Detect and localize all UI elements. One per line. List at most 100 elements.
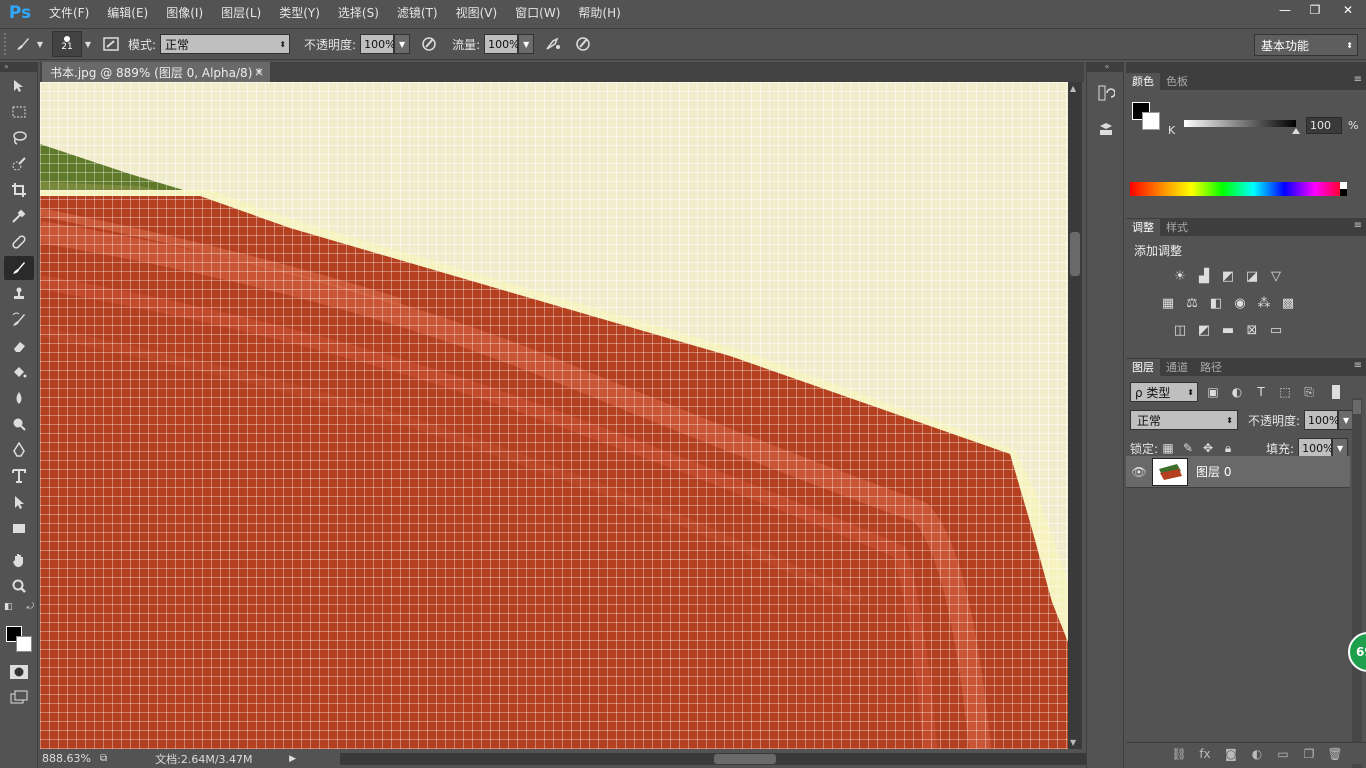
mode-dropdown[interactable]: 正常 ⬍ xyxy=(160,34,291,54)
tab-layers[interactable]: 图层 xyxy=(1126,359,1160,376)
horizontal-scrollbar[interactable] xyxy=(340,753,1100,765)
layer-opacity-input[interactable]: 100% xyxy=(1304,410,1340,430)
gradient-map-icon[interactable]: ▭ xyxy=(1266,320,1286,340)
default-colors-icon[interactable]: ◧ xyxy=(4,602,13,612)
tab-color[interactable]: 颜色 xyxy=(1126,73,1160,90)
lasso-tool-icon[interactable] xyxy=(4,126,34,150)
blur-tool-icon[interactable] xyxy=(4,386,34,410)
color-swatches[interactable] xyxy=(4,620,36,656)
menu-select[interactable]: 选择(S) xyxy=(329,0,388,26)
zoom-level[interactable]: 888.63% xyxy=(40,752,100,765)
brightness-contrast-icon[interactable]: ☀ xyxy=(1170,266,1190,286)
dodge-tool-icon[interactable] xyxy=(4,412,34,436)
paint-bucket-tool-icon[interactable] xyxy=(4,360,34,384)
quick-selection-tool-icon[interactable] xyxy=(4,152,34,176)
pressure-opacity-icon[interactable] xyxy=(418,33,440,55)
zoom-link-icon[interactable]: ⧉ xyxy=(100,753,107,764)
new-layer-icon[interactable]: ❐ xyxy=(1300,745,1318,763)
menu-window[interactable]: 窗口(W) xyxy=(506,0,569,26)
link-layers-icon[interactable]: ⛓ xyxy=(1170,745,1188,763)
delete-layer-icon[interactable]: 🗑︎ xyxy=(1326,745,1344,763)
add-mask-icon[interactable]: ◙ xyxy=(1222,745,1240,763)
invert-icon[interactable]: ◫ xyxy=(1170,320,1190,340)
menu-layer[interactable]: 图层(L) xyxy=(212,0,270,26)
pen-tool-icon[interactable] xyxy=(4,438,34,462)
color-balance-icon[interactable]: ⚖ xyxy=(1182,293,1202,313)
type-tool-icon[interactable] xyxy=(4,464,34,488)
clone-stamp-tool-icon[interactable] xyxy=(4,282,34,306)
eye-icon[interactable]: 👁︎ xyxy=(1126,465,1152,479)
flow-input[interactable]: 100% xyxy=(484,34,520,54)
levels-icon[interactable]: ▟ xyxy=(1194,266,1214,286)
black-white-icon[interactable]: ◧ xyxy=(1206,293,1226,313)
move-tool-icon[interactable] xyxy=(4,74,34,98)
panel-menu-icon[interactable]: ≡ xyxy=(1354,220,1362,231)
menu-file[interactable]: 文件(F) xyxy=(40,0,98,26)
toolbox-collapse-icon[interactable]: » xyxy=(0,62,37,72)
history-brush-tool-icon[interactable] xyxy=(4,308,34,332)
layer-style-icon[interactable]: fx xyxy=(1196,745,1214,763)
swap-colors-icon[interactable]: ⤾ xyxy=(27,602,35,612)
airbrush-icon[interactable] xyxy=(542,33,564,55)
path-selection-tool-icon[interactable] xyxy=(4,490,34,514)
flow-dropdown-icon[interactable]: ▼ xyxy=(518,34,535,54)
filter-shape-icon[interactable]: ⬚ xyxy=(1276,383,1294,401)
restore-button[interactable]: ❐ xyxy=(1300,0,1330,20)
close-icon[interactable]: × xyxy=(254,65,264,79)
k-value-input[interactable]: 100 xyxy=(1306,117,1342,134)
default-swap-colors-icon[interactable]: ◧ ⤾ xyxy=(4,600,34,614)
layers-scrollbar[interactable] xyxy=(1352,398,1362,768)
quick-mask-icon[interactable] xyxy=(4,660,34,684)
exposure-icon[interactable]: ◪ xyxy=(1242,266,1262,286)
vertical-scroll-thumb[interactable] xyxy=(1070,232,1080,276)
menu-edit[interactable]: 编辑(E) xyxy=(98,0,157,26)
threshold-icon[interactable]: ▬ xyxy=(1218,320,1238,340)
k-slider[interactable] xyxy=(1184,120,1296,127)
layer-filter-dropdown[interactable]: ρ 类型 ⬍ xyxy=(1130,382,1198,402)
channel-mixer-icon[interactable]: ⁂ xyxy=(1254,293,1274,313)
selective-color-icon[interactable]: ⊠ xyxy=(1242,320,1262,340)
eraser-tool-icon[interactable] xyxy=(4,334,34,358)
vertical-scrollbar[interactable]: ▲ ▼ xyxy=(1068,82,1082,749)
filter-adjustment-icon[interactable]: ◐ xyxy=(1228,383,1246,401)
hand-tool-icon[interactable] xyxy=(4,548,34,572)
dock-collapse-icon[interactable]: « xyxy=(1087,62,1123,72)
filter-pixel-icon[interactable]: ▣ xyxy=(1204,383,1222,401)
opacity-input[interactable]: 100% xyxy=(360,34,396,54)
menu-help[interactable]: 帮助(H) xyxy=(569,0,629,26)
menu-filter[interactable]: 滤镜(T) xyxy=(388,0,447,26)
status-menu-arrow-icon[interactable]: ▶ xyxy=(289,754,296,764)
brush-tool-icon[interactable] xyxy=(4,256,34,280)
healing-brush-tool-icon[interactable] xyxy=(4,230,34,254)
fill-input[interactable]: 100% xyxy=(1298,438,1334,458)
background-color[interactable] xyxy=(16,636,32,652)
color-lookup-icon[interactable]: ▩ xyxy=(1278,293,1298,313)
rectangle-tool-icon[interactable] xyxy=(4,516,34,540)
new-group-icon[interactable]: ▭ xyxy=(1274,745,1292,763)
fill-dropdown-icon[interactable]: ▼ xyxy=(1332,438,1349,458)
vibrance-icon[interactable]: ▽ xyxy=(1266,266,1286,286)
layer-thumbnail[interactable] xyxy=(1152,457,1188,486)
tab-paths[interactable]: 路径 xyxy=(1194,359,1228,376)
menu-view[interactable]: 视图(V) xyxy=(447,0,507,26)
brush-panel-toggle-icon[interactable] xyxy=(100,33,122,55)
tab-channels[interactable]: 通道 xyxy=(1160,359,1194,376)
opacity-dropdown-icon[interactable]: ▼ xyxy=(394,34,411,54)
menu-image[interactable]: 图像(I) xyxy=(157,0,212,26)
minimize-button[interactable]: — xyxy=(1270,0,1300,20)
crop-tool-icon[interactable] xyxy=(4,178,34,202)
tool-preset-dropdown-icon[interactable]: ▼ xyxy=(34,33,46,55)
panel-menu-icon[interactable]: ≡ xyxy=(1354,360,1362,371)
brush-preset-picker[interactable]: 21 xyxy=(52,31,82,57)
document-tab[interactable]: 书本.jpg @ 889% (图层 0, Alpha/8) * × xyxy=(42,62,270,82)
brush-preset-arrow-icon[interactable]: ▼ xyxy=(82,33,94,55)
workspace-dropdown[interactable]: 基本功能 ⬍ xyxy=(1254,34,1358,56)
filter-toggle-icon[interactable] xyxy=(1332,385,1340,399)
close-button[interactable]: ✕ xyxy=(1330,0,1366,20)
zoom-tool-icon[interactable] xyxy=(4,574,34,598)
screen-mode-icon[interactable] xyxy=(4,686,34,710)
scroll-down-icon[interactable]: ▼ xyxy=(1070,738,1076,747)
tab-swatches[interactable]: 色板 xyxy=(1160,73,1194,90)
lock-all-icon[interactable]: 🔒︎ xyxy=(1218,438,1238,458)
canvas[interactable] xyxy=(40,82,1068,749)
